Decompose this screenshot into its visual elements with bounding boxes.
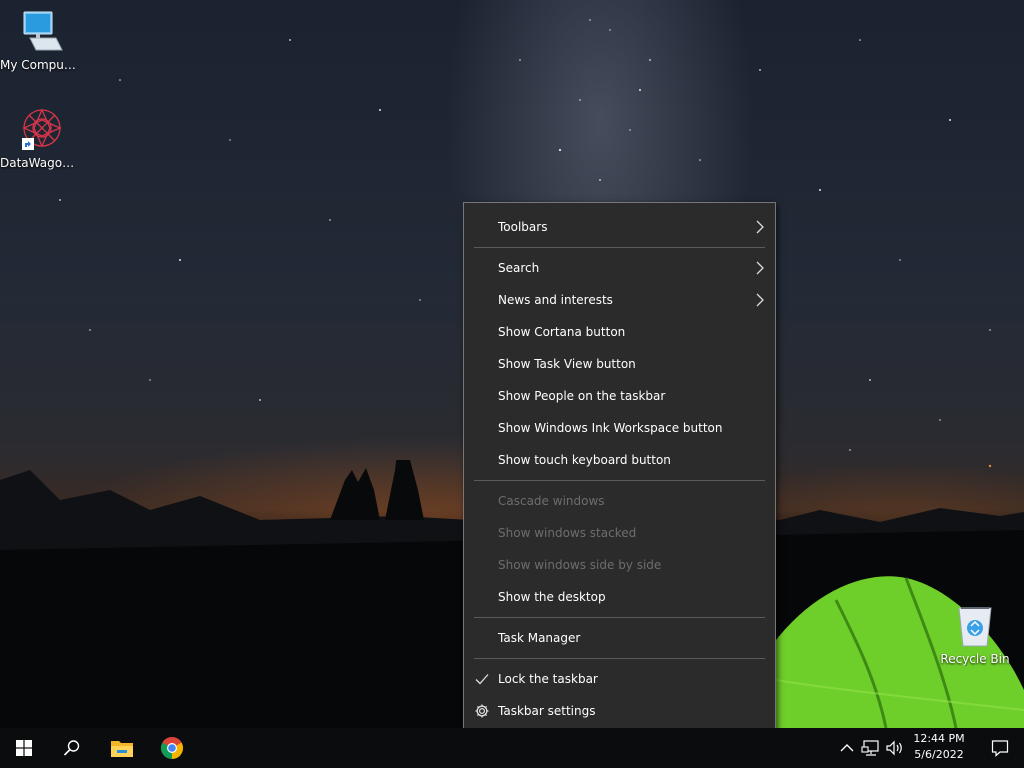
menu-separator <box>474 658 765 659</box>
menu-item-lock-the-taskbar[interactable]: Lock the taskbar <box>464 664 775 694</box>
search-icon <box>63 740 80 756</box>
desktop-icon-label: Recycle Bin <box>940 652 1010 666</box>
menu-item-show-task-view-button[interactable]: Show Task View button <box>464 349 775 379</box>
menu-item-label: Task Manager <box>498 631 581 645</box>
gear-icon <box>475 704 489 718</box>
menu-item-search[interactable]: Search <box>464 253 775 283</box>
clock-time: 12:44 PM <box>913 732 965 745</box>
file-explorer-icon <box>111 741 133 757</box>
menu-item-show-windows-ink[interactable]: Show Windows Ink Workspace button <box>464 413 775 443</box>
desktop-icon-my-computer[interactable]: My Computer <box>0 8 80 72</box>
menu-item-show-windows-side-by-side: Show windows side by side <box>464 550 775 580</box>
menu-item-label: Show Task View button <box>498 357 636 371</box>
menu-item-news-and-interests[interactable]: News and interests <box>464 285 775 315</box>
taskbar-clock[interactable]: 12:44 PM 5/6/2022 <box>906 731 972 765</box>
chrome-button[interactable] <box>148 728 196 768</box>
menu-item-label: Taskbar settings <box>498 704 596 718</box>
start-button[interactable] <box>0 728 48 768</box>
chevron-right-icon <box>756 293 764 307</box>
datawagon-icon <box>16 106 64 154</box>
menu-item-show-cortana-button[interactable]: Show Cortana button <box>464 317 775 347</box>
computer-icon <box>16 8 64 56</box>
chrome-icon <box>161 737 183 759</box>
menu-item-label: Show windows side by side <box>498 558 662 572</box>
clock-date: 5/6/2022 <box>914 748 964 761</box>
menu-separator <box>474 617 765 618</box>
menu-item-show-windows-stacked: Show windows stacked <box>464 518 775 548</box>
taskbar[interactable]: 12:44 PM 5/6/2022 <box>0 728 1024 768</box>
menu-item-task-manager[interactable]: Task Manager <box>464 623 775 653</box>
desktop-icon-label: My Computer <box>0 58 80 72</box>
chevron-up-icon[interactable] <box>837 738 857 758</box>
menu-item-label: Show Cortana button <box>498 325 626 339</box>
menu-item-label: Search <box>498 261 540 275</box>
desktop-icon-recycle-bin[interactable]: Recycle Bin <box>935 602 1015 666</box>
start-icon <box>16 740 32 756</box>
menu-item-label: Show windows stacked <box>498 526 637 540</box>
menu-item-toolbars[interactable]: Toolbars <box>464 212 775 242</box>
recycle-bin-icon <box>951 602 999 650</box>
chevron-right-icon <box>756 261 764 275</box>
menu-item-label: News and interests <box>498 293 613 307</box>
file-explorer-button[interactable] <box>98 728 146 768</box>
menu-separator <box>474 247 765 248</box>
taskbar-search-button[interactable] <box>48 728 96 768</box>
menu-item-label: Show People on the taskbar <box>498 389 666 403</box>
desktop-icon-label: DataWagon... <box>0 156 80 170</box>
chevron-right-icon <box>756 220 764 234</box>
menu-item-label: Show the desktop <box>498 590 606 604</box>
menu-item-taskbar-settings[interactable]: Taskbar settings <box>464 696 775 726</box>
notification-icon <box>991 740 1009 757</box>
desktop-icon-datawagon[interactable]: DataWagon... <box>0 106 80 170</box>
menu-item-label: Show Windows Ink Workspace button <box>498 421 723 435</box>
taskbar-context-menu: Toolbars Search News and interests Show … <box>463 202 776 735</box>
checkmark-icon <box>475 674 489 685</box>
menu-item-label: Lock the taskbar <box>498 672 598 686</box>
menu-item-show-the-desktop[interactable]: Show the desktop <box>464 582 775 612</box>
menu-separator <box>474 480 765 481</box>
volume-icon[interactable] <box>885 738 905 758</box>
network-icon[interactable] <box>861 738 881 758</box>
menu-item-label: Show touch keyboard button <box>498 453 671 467</box>
menu-item-show-touch-keyboard[interactable]: Show touch keyboard button <box>464 445 775 475</box>
menu-item-show-people[interactable]: Show People on the taskbar <box>464 381 775 411</box>
menu-item-label: Cascade windows <box>498 494 605 508</box>
menu-item-label: Toolbars <box>498 220 548 234</box>
action-center-button[interactable] <box>978 728 1024 768</box>
menu-item-cascade-windows: Cascade windows <box>464 486 775 516</box>
